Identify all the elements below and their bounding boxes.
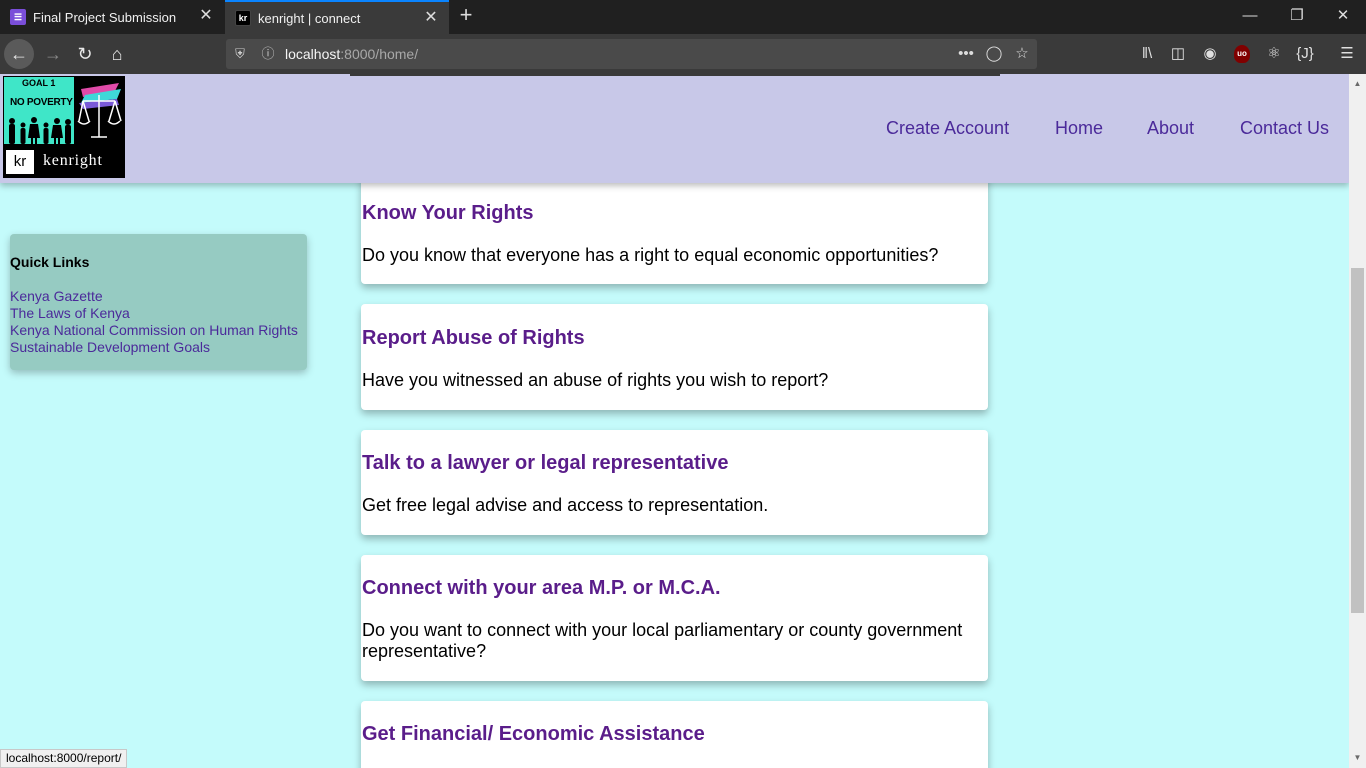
quick-link-laws-of-kenya[interactable]: The Laws of Kenya xyxy=(10,305,298,322)
page-viewport: GOAL 1 NO POVERTY kr kenright Create Acc… xyxy=(0,74,1349,768)
link-status-bar: localhost:8000/report/ xyxy=(0,749,128,768)
address-bar[interactable]: ⛨ ⓘ localhost:8000/home/ ••• ◯ ☆ xyxy=(226,39,1037,69)
close-tab-icon[interactable]: ✕ xyxy=(423,10,439,26)
logo-name: kenright xyxy=(43,152,103,169)
back-arrow-icon[interactable]: ← xyxy=(4,39,34,69)
vertical-scrollbar[interactable]: ▲ ▼ xyxy=(1349,74,1366,768)
card-text: Do you want to connect with your local p… xyxy=(362,620,963,661)
new-tab-plus-icon[interactable]: + xyxy=(455,4,477,27)
header-divider xyxy=(350,74,1000,76)
shield-icon[interactable]: ⛨ xyxy=(231,45,249,63)
quick-links-list: Kenya Gazette The Laws of Kenya Kenya Na… xyxy=(10,288,298,356)
nav-contact-us[interactable]: Contact Us xyxy=(1240,118,1329,139)
card-title: Connect with your area M.P. or M.C.A. xyxy=(362,577,721,599)
logo-mark: kr xyxy=(6,150,34,174)
card-talk-to-lawyer[interactable]: Talk to a lawyer or legal representative… xyxy=(361,430,988,535)
quick-link-sdgs[interactable]: Sustainable Development Goals xyxy=(10,339,298,356)
site-header: GOAL 1 NO POVERTY kr kenright Create Acc… xyxy=(0,74,1349,183)
nav-home[interactable]: Home xyxy=(1055,118,1103,139)
card-text: Have you witnessed an abuse of rights yo… xyxy=(362,370,829,390)
library-icon[interactable]: ‖\ xyxy=(1136,43,1158,65)
card-text: Do you know that everyone has a right to… xyxy=(362,245,939,265)
close-window-icon[interactable]: ✕ xyxy=(1331,6,1355,26)
list-icon: ☰ xyxy=(10,9,26,25)
tab-final-project[interactable]: ☰ Final Project Submission ✕ xyxy=(0,0,224,34)
hamburger-menu-icon[interactable]: ☰ xyxy=(1336,43,1358,65)
restore-icon[interactable]: ❐ xyxy=(1285,6,1309,26)
nav-about[interactable]: About xyxy=(1147,118,1194,139)
card-title: Know Your Rights xyxy=(362,202,534,224)
home-icon[interactable]: ⌂ xyxy=(102,39,132,69)
card-title: Report Abuse of Rights xyxy=(362,327,585,349)
close-tab-icon[interactable]: ✕ xyxy=(198,8,214,24)
sidebar-icon[interactable]: ◫ xyxy=(1167,43,1189,65)
pocket-icon[interactable]: ◯ xyxy=(984,44,1004,64)
card-report-abuse[interactable]: Report Abuse of Rights Have you witnesse… xyxy=(361,304,988,410)
card-title: Get Financial/ Economic Assistance xyxy=(362,723,705,745)
bookmark-star-icon[interactable]: ☆ xyxy=(1012,44,1032,64)
card-connect-mp-mca[interactable]: Connect with your area M.P. or M.C.A. Do… xyxy=(361,555,988,681)
scales-of-justice-icon xyxy=(75,77,123,143)
account-icon[interactable]: ◉ xyxy=(1199,43,1221,65)
url-host: localhost xyxy=(285,46,341,62)
url-text[interactable]: localhost:8000/home/ xyxy=(285,46,418,62)
tab-kenright[interactable]: kr kenright | connect ✕ xyxy=(225,0,449,34)
quick-links-title: Quick Links xyxy=(10,254,90,270)
json-viewer-icon[interactable]: {J} xyxy=(1294,43,1316,65)
logo-goal-title: NO POVERTY xyxy=(10,97,73,108)
quick-links-panel: Quick Links Kenya Gazette The Laws of Ke… xyxy=(10,234,307,370)
card-text: Get free legal advise and access to repr… xyxy=(362,495,769,515)
url-path: :8000/home/ xyxy=(340,46,419,62)
family-silhouette-icon xyxy=(9,117,71,144)
reload-icon[interactable]: ↻ xyxy=(70,39,100,69)
info-icon[interactable]: ⓘ xyxy=(259,45,277,63)
card-financial-assistance[interactable]: Get Financial/ Economic Assistance xyxy=(361,701,988,768)
scrollbar-thumb[interactable] xyxy=(1351,268,1364,613)
logo-sdg-panel: GOAL 1 NO POVERTY xyxy=(4,77,74,144)
scroll-down-arrow-icon[interactable]: ▼ xyxy=(1352,752,1363,764)
logo-goal-text: GOAL 1 xyxy=(22,78,56,88)
forward-arrow-icon[interactable]: → xyxy=(38,39,68,69)
card-know-your-rights[interactable]: Know Your Rights Do you know that everyo… xyxy=(361,174,988,284)
quick-link-knchr[interactable]: Kenya National Commission on Human Right… xyxy=(10,322,298,339)
scroll-up-arrow-icon[interactable]: ▲ xyxy=(1352,78,1363,90)
ublock-icon[interactable]: uo xyxy=(1234,45,1250,63)
react-devtools-icon[interactable]: ⚛ xyxy=(1263,43,1285,65)
tab-title: Final Project Submission xyxy=(33,9,177,25)
card-title: Talk to a lawyer or legal representative xyxy=(362,452,729,474)
page-actions-icon[interactable]: ••• xyxy=(956,44,976,64)
tab-strip: ☰ Final Project Submission ✕ kr kenright… xyxy=(0,0,1366,34)
quick-link-kenya-gazette[interactable]: Kenya Gazette xyxy=(10,288,298,305)
kenright-logo[interactable]: GOAL 1 NO POVERTY kr kenright xyxy=(3,76,125,178)
kr-favicon-icon: kr xyxy=(235,10,251,26)
nav-create-account[interactable]: Create Account xyxy=(886,118,1009,139)
tab-title: kenright | connect xyxy=(258,10,361,26)
minimize-icon[interactable]: — xyxy=(1238,6,1262,26)
